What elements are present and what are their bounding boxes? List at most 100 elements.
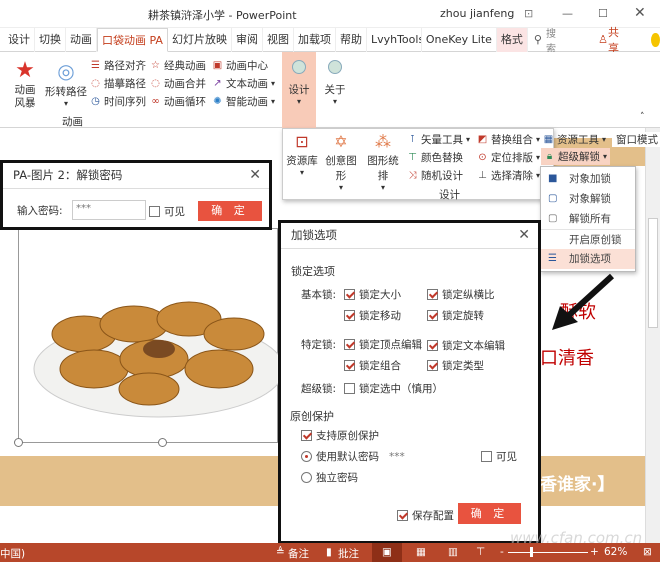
shape-to-path-button[interactable]: ◎ 形转路径 ▾ bbox=[44, 58, 88, 108]
animation-storm-button[interactable]: ★ 动画 风暴 bbox=[8, 58, 42, 110]
classic-animation-button[interactable]: ☆ 经典动画 bbox=[150, 58, 206, 73]
zoom-slider-thumb[interactable] bbox=[530, 547, 533, 557]
grid-icon: ⁂ bbox=[375, 132, 391, 151]
resource-tool-button[interactable]: ▦ 资源工具 ▾ bbox=[543, 132, 606, 147]
smart-animation-button[interactable]: ✺ 智能动画 ▾ bbox=[212, 94, 275, 109]
menu-unlock-object[interactable]: ▢ 对象解锁 bbox=[541, 189, 635, 209]
share-button[interactable]: 共享 bbox=[608, 24, 621, 56]
select-clear-button[interactable]: ⊥ 选择清除 ▾ bbox=[477, 168, 540, 183]
tab-review[interactable]: 审阅 bbox=[232, 27, 263, 52]
normal-view-button[interactable]: ▣ bbox=[372, 543, 402, 562]
loop-animation-button[interactable]: ∞ 动画循环 bbox=[150, 94, 206, 109]
loop-icon: ∞ bbox=[151, 96, 160, 107]
lock-size-checkbox[interactable]: 锁定大小 bbox=[344, 287, 401, 302]
path-align-button[interactable]: ☰ 路径对齐 bbox=[90, 58, 146, 73]
lock-group-checkbox[interactable]: 锁定组合 bbox=[344, 358, 401, 373]
menu-lock-object[interactable]: ■ 对象加锁 bbox=[541, 169, 635, 189]
random-design-button[interactable]: ⤨ 随机设计 bbox=[407, 168, 464, 183]
time-sequence-button[interactable]: ◷ 时间序列 bbox=[90, 94, 146, 109]
resize-handle[interactable] bbox=[158, 438, 167, 447]
minimize-button[interactable]: — bbox=[562, 7, 573, 20]
mooncake-image bbox=[33, 301, 285, 418]
fit-slide-button[interactable]: ⊠ bbox=[643, 546, 652, 558]
menu-lock-options[interactable]: ☰ 加锁选项 bbox=[541, 249, 635, 269]
tab-onekey[interactable]: OneKey Lite bbox=[422, 27, 497, 52]
color-replace-button[interactable]: ⊤ 颜色替换 bbox=[407, 150, 463, 165]
reading-view-button[interactable]: ▥ bbox=[448, 546, 458, 558]
lock-selection-checkbox[interactable]: 锁定选中（慎用） bbox=[344, 381, 443, 396]
lock-move-checkbox[interactable]: 锁定移动 bbox=[344, 308, 401, 323]
menu-unlock-all[interactable]: ▢ 解锁所有 bbox=[541, 209, 635, 229]
basic-lock-label: 基本锁: bbox=[301, 289, 337, 301]
maximize-button[interactable]: ☐ bbox=[598, 7, 608, 20]
about-button[interactable]: 关于 ▾ bbox=[321, 54, 349, 106]
text-animation-button[interactable]: ↗ 文本动画 ▾ bbox=[212, 76, 275, 91]
slide-sorter-button[interactable]: ▦ bbox=[416, 546, 426, 558]
vertical-scrollbar[interactable] bbox=[645, 128, 660, 543]
creative-shape-button[interactable]: ✡ 创意图形 ▾ bbox=[321, 131, 361, 192]
visible-checkbox[interactable]: 可见 bbox=[481, 449, 517, 464]
tab-format[interactable]: 格式 bbox=[496, 27, 528, 52]
tab-help[interactable]: 帮助 bbox=[336, 27, 367, 52]
selected-picture[interactable] bbox=[14, 228, 285, 447]
visible-checkbox[interactable]: 可见 bbox=[149, 204, 185, 219]
close-icon[interactable]: ✕ bbox=[518, 223, 530, 247]
ok-button[interactable]: 确 定 bbox=[458, 503, 521, 524]
search-box[interactable]: 搜索 bbox=[546, 25, 558, 55]
animation-group-label: 动画 bbox=[62, 116, 83, 128]
close-button[interactable]: ✕ bbox=[634, 5, 646, 21]
zoom-level[interactable]: 62% bbox=[604, 546, 627, 558]
super-unlock-button[interactable]: 🔒︎ 超级解锁 ▾ bbox=[541, 148, 611, 165]
tab-transitions[interactable]: 切换 bbox=[35, 27, 66, 52]
password-input[interactable]: *** bbox=[72, 200, 146, 220]
vector-tool-button[interactable]: ⊺ 矢量工具 ▾ bbox=[407, 132, 470, 147]
tab-pocket-animation[interactable]: 口袋动画 PA bbox=[97, 27, 168, 52]
trace-path-button[interactable]: ◌ 描摹路径 bbox=[90, 76, 146, 91]
ribbon-display-icon[interactable]: ⊡ bbox=[524, 7, 533, 20]
tab-animations[interactable]: 动画 bbox=[66, 27, 97, 52]
save-config-checkbox[interactable]: 保存配置 bbox=[397, 508, 454, 523]
tab-view[interactable]: 视图 bbox=[263, 27, 294, 52]
search-icon[interactable]: ⚲ bbox=[534, 33, 542, 46]
zoom-in-button[interactable]: + bbox=[590, 546, 599, 558]
slideshow-button[interactable]: ⊤ bbox=[476, 546, 485, 558]
resource-library-button[interactable]: ⊡ 资源库 ▾ bbox=[285, 131, 319, 177]
user-name[interactable]: zhou jianfeng bbox=[440, 7, 514, 20]
lock-text-checkbox[interactable]: 锁定文本编辑 bbox=[427, 338, 505, 353]
smiley-icon[interactable] bbox=[651, 32, 660, 47]
tab-lvyhtools[interactable]: LvyhTools(08: bbox=[367, 27, 422, 52]
position-layout-button[interactable]: ⊙ 定位排版 ▾ bbox=[477, 150, 540, 165]
language-status[interactable]: 中国) bbox=[0, 546, 25, 561]
tab-addins[interactable]: 加载项 bbox=[294, 27, 336, 52]
tab-slideshow[interactable]: 幻灯片放映 bbox=[168, 27, 232, 52]
arrow-annotation bbox=[552, 273, 615, 330]
share-icon[interactable]: ♙ bbox=[598, 33, 608, 46]
support-protection-checkbox[interactable]: 支持原创保护 bbox=[301, 428, 379, 443]
lock-icon: ■ bbox=[548, 173, 558, 184]
lock-vertex-checkbox[interactable]: 锁定顶点编辑 bbox=[344, 337, 422, 352]
independent-password-radio[interactable]: 独立密码 bbox=[301, 470, 358, 485]
lock-type-checkbox[interactable]: 锁定类型 bbox=[427, 358, 484, 373]
notes-button[interactable]: 备注 bbox=[288, 546, 309, 561]
zoom-out-button[interactable]: - bbox=[500, 546, 504, 558]
animation-center-button[interactable]: ▣ 动画中心 bbox=[212, 58, 268, 73]
close-icon[interactable]: ✕ bbox=[249, 163, 261, 187]
scroll-thumb[interactable] bbox=[648, 218, 658, 328]
zoom-slider[interactable] bbox=[508, 552, 588, 553]
collapse-ribbon-icon[interactable]: ˄ bbox=[640, 112, 645, 122]
ok-button[interactable]: 确 定 bbox=[198, 201, 262, 221]
default-password-radio[interactable]: 使用默认密码 *** bbox=[301, 449, 405, 464]
replace-group-button[interactable]: ◩ 替换组合 ▾ bbox=[477, 132, 540, 147]
merge-animation-button[interactable]: ◌ 动画合并 bbox=[150, 76, 206, 91]
lock-rotate-checkbox[interactable]: 锁定旋转 bbox=[427, 308, 484, 323]
comment-icon[interactable]: ▮ bbox=[326, 546, 332, 558]
shape-arrange-button[interactable]: ⁂ 图形统排 ▾ bbox=[363, 131, 403, 192]
lock-aspect-checkbox[interactable]: 锁定纵横比 bbox=[427, 287, 495, 302]
menu-enable-original-lock[interactable]: 开启原创锁 bbox=[541, 229, 635, 249]
comments-button[interactable]: 批注 bbox=[338, 546, 359, 561]
design-button[interactable]: 设计 ▾ bbox=[282, 52, 316, 128]
resize-handle[interactable] bbox=[14, 438, 23, 447]
window-mode-button[interactable]: 窗口模式 bbox=[612, 132, 660, 147]
tab-design[interactable]: 设计 bbox=[4, 27, 35, 52]
notes-icon[interactable]: ≜ bbox=[276, 546, 285, 558]
